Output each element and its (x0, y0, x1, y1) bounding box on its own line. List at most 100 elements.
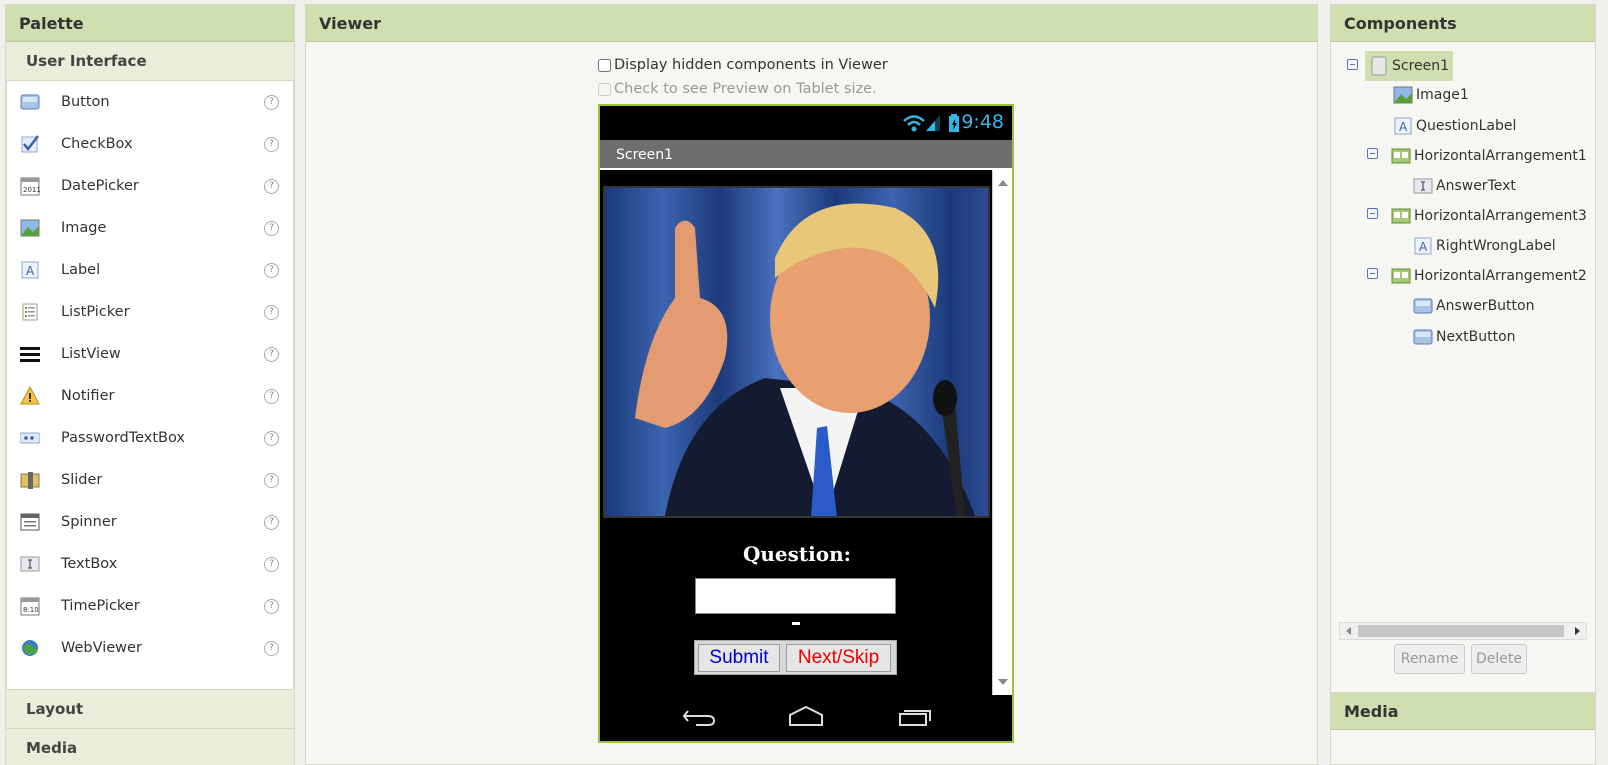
tree-item-screen1[interactable]: Screen1 (1365, 51, 1454, 81)
tree-item-image1[interactable]: Image1 (1393, 84, 1469, 106)
palette-item-checkbox[interactable]: CheckBox ? (7, 123, 293, 165)
palette-item-label: ListView (61, 346, 121, 362)
tree-item-questionlabel[interactable]: A QuestionLabel (1393, 115, 1516, 137)
palette-item-webviewer[interactable]: WebViewer ? (7, 627, 293, 669)
palette-item-button[interactable]: Button ? (7, 81, 293, 123)
collapse-ha2-icon[interactable] (1367, 268, 1378, 279)
palette-item-passwordtextbox[interactable]: PasswordTextBox ? (7, 417, 293, 459)
right-wrong-label: - (792, 622, 800, 625)
help-icon[interactable]: ? (264, 304, 279, 320)
tree-item-answertext[interactable]: AnswerText (1413, 175, 1516, 197)
listview-icon (20, 344, 40, 364)
tablet-preview-option: Check to see Preview on Tablet size. (598, 81, 877, 97)
category-media[interactable]: Media (6, 728, 294, 765)
collapse-ha1-icon[interactable] (1367, 148, 1378, 159)
help-icon[interactable]: ? (264, 220, 279, 236)
help-icon[interactable]: ? (264, 556, 279, 572)
submit-button[interactable]: Submit (698, 644, 780, 672)
scroll-left-icon[interactable] (1346, 627, 1351, 635)
tree-item-horizontalarrangement3[interactable]: HorizontalArrangement3 (1391, 205, 1587, 227)
palette-item-notifier[interactable]: Notifier ? (7, 375, 293, 417)
help-icon[interactable]: ? (264, 430, 279, 446)
display-hidden-checkbox[interactable] (598, 58, 611, 72)
palette-title: Palette (6, 5, 294, 42)
scroll-right-icon[interactable] (1575, 627, 1580, 635)
screen-scrollbar[interactable] (992, 170, 1012, 695)
screen-content[interactable]: Question: - Submit Next/Skip (600, 170, 1012, 695)
help-icon[interactable]: ? (264, 388, 279, 404)
rename-button[interactable]: Rename (1394, 644, 1465, 674)
home-icon[interactable] (788, 705, 824, 731)
category-layout[interactable]: Layout (6, 689, 294, 728)
palette-item-label: Label (61, 262, 101, 278)
palette-item-datepicker[interactable]: 2011 DatePicker ? (7, 165, 293, 207)
display-hidden-option[interactable]: Display hidden components in Viewer (598, 57, 888, 73)
palette-list: Button ? CheckBox ? 2011 DatePicker ? Im… (6, 81, 294, 689)
back-icon[interactable] (682, 705, 716, 731)
palette-item-slider[interactable]: Slider ? (7, 459, 293, 501)
textbox-icon (20, 554, 40, 574)
tree-item-answerbutton[interactable]: AnswerButton (1413, 295, 1534, 317)
horizontal-arrangement-icon (1391, 146, 1411, 166)
help-icon[interactable]: ? (264, 640, 279, 656)
scroll-up-icon[interactable] (998, 180, 1008, 186)
collapse-screen1-icon[interactable] (1347, 59, 1358, 70)
delete-button[interactable]: Delete (1471, 644, 1527, 674)
palette-item-label: Button (61, 94, 110, 110)
help-icon[interactable]: ? (264, 136, 279, 152)
palette-item-label: PasswordTextBox (61, 430, 186, 446)
palette-item-timepicker[interactable]: 8:10 TimePicker ? (7, 585, 293, 627)
tree-item-horizontalarrangement2[interactable]: HorizontalArrangement2 (1391, 265, 1587, 287)
tree-item-label: NextButton (1436, 329, 1516, 345)
tree-item-rightwronglabel[interactable]: A RightWrongLabel (1413, 235, 1556, 257)
webviewer-icon (20, 638, 40, 658)
palette-item-textbox[interactable]: TextBox ? (7, 543, 293, 585)
next-skip-button-label: Next/Skip (797, 647, 880, 668)
scroll-down-icon[interactable] (998, 679, 1008, 685)
image-icon (20, 218, 40, 238)
signal-icon (924, 113, 942, 137)
components-panel: Components Screen1 Image1 A QuestionLabe… (1330, 4, 1596, 698)
palette-item-label-component[interactable]: A Label ? (7, 249, 293, 291)
tablet-preview-checkbox (598, 82, 611, 96)
checkbox-icon (20, 134, 40, 154)
palette-item-label: TextBox (61, 556, 118, 572)
notifier-icon (20, 386, 40, 406)
palette-item-label: WebViewer (61, 640, 142, 656)
image1-photo[interactable] (603, 186, 990, 518)
media-title: Media (1331, 693, 1595, 730)
answer-text-input[interactable] (695, 578, 896, 614)
tree-item-nextbutton[interactable]: NextButton (1413, 326, 1516, 348)
recent-apps-icon[interactable] (898, 705, 932, 731)
tree-item-horizontalarrangement1[interactable]: HorizontalArrangement1 (1391, 145, 1587, 167)
screen-title-bar: Screen1 (600, 140, 1012, 170)
palette-item-label: DatePicker (61, 178, 139, 194)
tree-item-label: HorizontalArrangement1 (1414, 148, 1587, 164)
palette-item-spinner[interactable]: Spinner ? (7, 501, 293, 543)
status-clock: 9:48 (961, 111, 1004, 133)
help-icon[interactable]: ? (264, 346, 279, 362)
help-icon[interactable]: ? (264, 94, 279, 110)
help-icon[interactable]: ? (264, 598, 279, 614)
category-user-interface[interactable]: User Interface (6, 42, 294, 81)
help-icon[interactable]: ? (264, 472, 279, 488)
display-hidden-label: Display hidden components in Viewer (614, 57, 888, 73)
image-icon (1393, 85, 1413, 105)
palette-item-image[interactable]: Image ? (7, 207, 293, 249)
palette-item-listview[interactable]: ListView ? (7, 333, 293, 375)
help-icon[interactable]: ? (264, 514, 279, 530)
help-icon[interactable]: ? (264, 262, 279, 278)
passwordtextbox-icon (20, 428, 40, 448)
components-horizontal-scrollbar[interactable] (1339, 622, 1587, 640)
palette-item-label: Slider (61, 472, 103, 488)
palette-item-listpicker[interactable]: ListPicker ? (7, 291, 293, 333)
next-skip-button[interactable]: Next/Skip (786, 644, 891, 672)
screen-icon (1369, 56, 1389, 76)
horizontal-arrangement-icon (1391, 266, 1411, 286)
button-icon (20, 92, 40, 112)
collapse-ha3-icon[interactable] (1367, 208, 1378, 219)
horizontal-arrangement-icon (1391, 206, 1411, 226)
scrollbar-thumb[interactable] (1358, 625, 1564, 637)
help-icon[interactable]: ? (264, 178, 279, 194)
battery-icon (948, 113, 960, 137)
